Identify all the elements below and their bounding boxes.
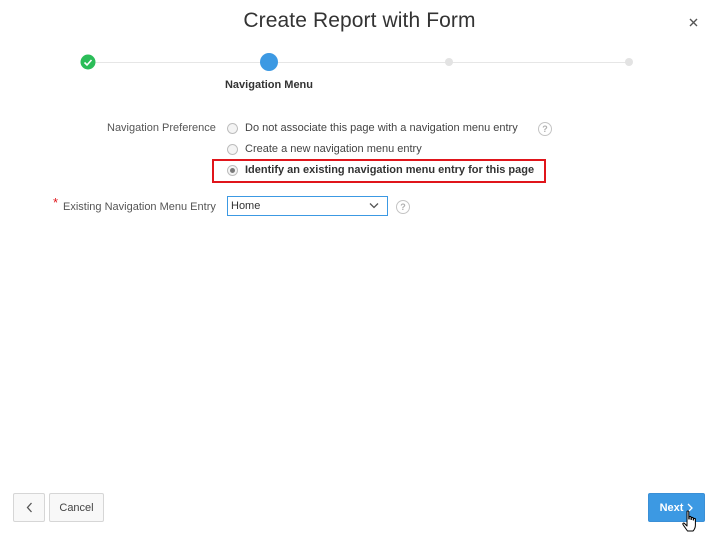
chevron-down-icon (369, 203, 379, 209)
help-icon[interactable]: ? (396, 200, 410, 214)
next-button-label: Next (659, 501, 684, 514)
existing-entry-select[interactable]: Home (227, 196, 388, 216)
back-button[interactable] (13, 493, 45, 522)
required-marker: * (53, 195, 59, 210)
help-icon[interactable]: ? (538, 122, 552, 136)
wizard-step-2-current (260, 53, 278, 71)
radio-option-no-association[interactable]: Do not associate this page with a naviga… (227, 120, 518, 136)
next-button[interactable]: Next (648, 493, 705, 522)
wizard-step-label: Navigation Menu (224, 79, 314, 91)
close-button[interactable] (683, 12, 703, 32)
chevron-right-icon (687, 503, 694, 512)
wizard-progress: Navigation Menu (0, 50, 719, 100)
chevron-left-icon (26, 502, 32, 513)
wizard-step-1-complete (80, 54, 96, 70)
radio-button-checked[interactable] (227, 164, 238, 176)
radio-option-create-new[interactable]: Create a new navigation menu entry (227, 141, 422, 157)
cancel-button[interactable]: Cancel (49, 493, 104, 522)
navigation-preference-label: Navigation Preference (107, 122, 216, 134)
existing-entry-label: Existing Navigation Menu Entry (63, 201, 216, 213)
wizard-track (88, 62, 629, 63)
check-icon (83, 58, 93, 66)
radio-option-label: Identify an existing navigation menu ent… (245, 164, 535, 176)
dialog-title: Create Report with Form (243, 9, 476, 32)
radio-button[interactable] (227, 122, 238, 134)
radio-option-existing-entry[interactable]: Identify an existing navigation menu ent… (227, 162, 534, 178)
radio-option-label: Create a new navigation menu entry (245, 143, 422, 155)
close-icon (689, 18, 697, 26)
radio-button[interactable] (227, 143, 238, 155)
radio-option-label: Do not associate this page with a naviga… (245, 122, 518, 134)
select-value: Home (231, 200, 261, 212)
wizard-step-3 (445, 58, 453, 66)
wizard-step-4 (625, 58, 633, 66)
